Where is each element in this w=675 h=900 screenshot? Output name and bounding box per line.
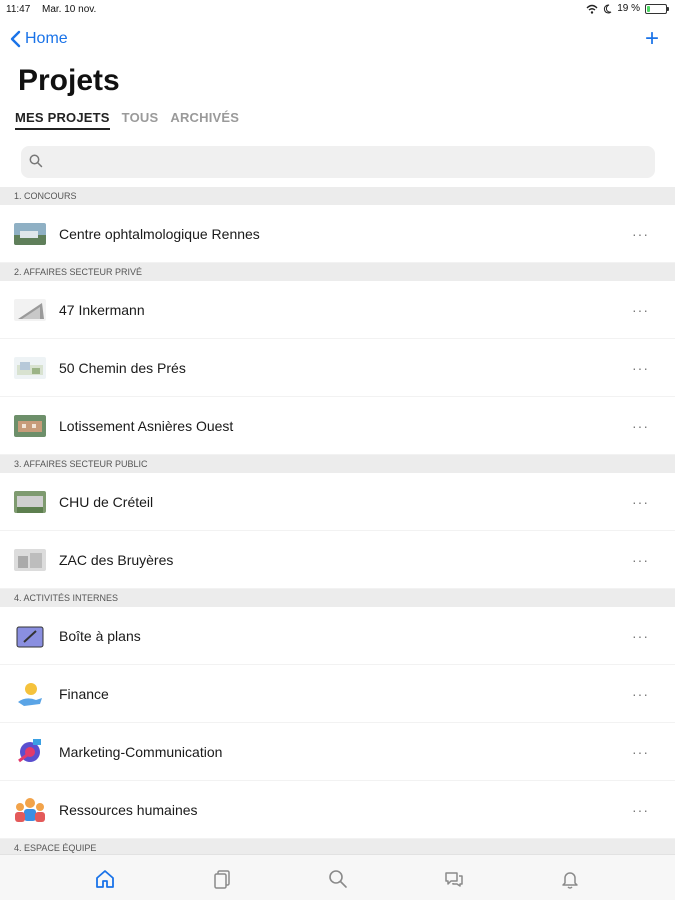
status-time: 11:47 <box>6 4 31 15</box>
blueprint-icon <box>16 626 44 647</box>
segment-tabs: MES PROJETS TOUS ARCHIVÉS <box>15 110 239 130</box>
list-item[interactable]: Boîte à plans ··· <box>0 607 675 665</box>
project-photo-icon <box>14 414 46 437</box>
people-icon <box>15 797 45 822</box>
list-item-label: Lotissement Asnières Ouest <box>59 417 234 434</box>
list-item[interactable]: Finance ··· <box>0 665 675 723</box>
list-item-label: Centre ophtalmologique Rennes <box>59 225 260 242</box>
list-item-label: CHU de Créteil <box>59 493 154 510</box>
more-icon[interactable]: ··· <box>632 552 649 568</box>
more-icon[interactable]: ··· <box>632 302 649 318</box>
list-item-label: 50 Chemin des Prés <box>59 359 186 376</box>
marketing-icon <box>18 738 41 762</box>
section-header: 4. ACTIVITÉS INTERNES <box>0 589 675 607</box>
project-photo-icon <box>14 548 46 571</box>
list-item[interactable]: Marketing-Communication ··· <box>0 723 675 781</box>
navigation-bar: Home + <box>0 26 675 56</box>
search-icon[interactable] <box>327 868 349 890</box>
list-item-label: Boîte à plans <box>59 627 141 644</box>
section-header: 1. CONCOURS <box>0 187 675 205</box>
project-photo-icon <box>14 490 46 513</box>
battery-percent: 19 % <box>617 3 640 14</box>
project-photo-icon <box>14 222 46 245</box>
tab-archives[interactable]: ARCHIVÉS <box>170 110 239 130</box>
more-icon[interactable]: ··· <box>632 494 649 510</box>
more-icon[interactable]: ··· <box>632 360 649 376</box>
search-input[interactable] <box>51 146 647 178</box>
list-item-label: 47 Inkermann <box>59 301 145 318</box>
page-title: Projets <box>18 64 120 97</box>
list-item[interactable]: CHU de Créteil ··· <box>0 473 675 531</box>
list-item[interactable]: Centre ophtalmologique Rennes ··· <box>0 205 675 263</box>
chevron-left-icon <box>10 30 21 48</box>
more-icon[interactable]: ··· <box>632 802 649 818</box>
home-icon[interactable] <box>94 868 116 890</box>
list-item-label: ZAC des Bruyères <box>59 551 174 568</box>
add-button[interactable]: + <box>645 27 659 51</box>
search-icon <box>29 154 43 168</box>
bottom-tab-bar <box>0 854 675 900</box>
list-item[interactable]: Lotissement Asnières Ouest ··· <box>0 397 675 455</box>
section-header: 2. AFFAIRES SECTEUR PRIVÉ <box>0 263 675 281</box>
finance-icon <box>18 682 42 706</box>
search-bar[interactable] <box>21 146 655 178</box>
project-photo-icon <box>14 356 46 379</box>
more-icon[interactable]: ··· <box>632 418 649 434</box>
more-icon[interactable]: ··· <box>632 226 649 242</box>
tab-tous[interactable]: TOUS <box>122 110 159 130</box>
list-item-label: Marketing-Communication <box>59 743 223 760</box>
status-date: Mar. 10 nov. <box>42 4 97 15</box>
project-photo-icon <box>14 298 46 321</box>
back-button[interactable]: Home <box>10 30 68 48</box>
battery-fill <box>647 5 650 12</box>
list-item[interactable]: 47 Inkermann ··· <box>0 281 675 339</box>
list-item[interactable]: 50 Chemin des Prés ··· <box>0 339 675 397</box>
battery-icon <box>645 3 669 14</box>
list-item-label: Ressources humaines <box>59 801 198 818</box>
tab-mes-projets[interactable]: MES PROJETS <box>15 110 110 130</box>
list-item[interactable]: ZAC des Bruyères ··· <box>0 531 675 589</box>
list-item-label: Finance <box>59 685 109 702</box>
more-icon[interactable]: ··· <box>632 628 649 644</box>
status-right: 19 % <box>586 3 669 14</box>
documents-icon[interactable] <box>211 868 233 890</box>
status-bar: 11:47 Mar. 10 nov. 19 % <box>0 0 675 20</box>
more-icon[interactable]: ··· <box>632 744 649 760</box>
more-icon[interactable]: ··· <box>632 686 649 702</box>
moon-icon <box>604 3 612 13</box>
wifi-icon <box>586 4 598 14</box>
chat-icon[interactable] <box>443 868 465 890</box>
list-item[interactable]: Ressources humaines ··· <box>0 781 675 839</box>
bell-icon[interactable] <box>559 868 581 890</box>
section-header: 3. AFFAIRES SECTEUR PUBLIC <box>0 455 675 473</box>
project-list: 1. CONCOURS Centre ophtalmologique Renne… <box>0 187 675 857</box>
back-label: Home <box>25 30 68 47</box>
